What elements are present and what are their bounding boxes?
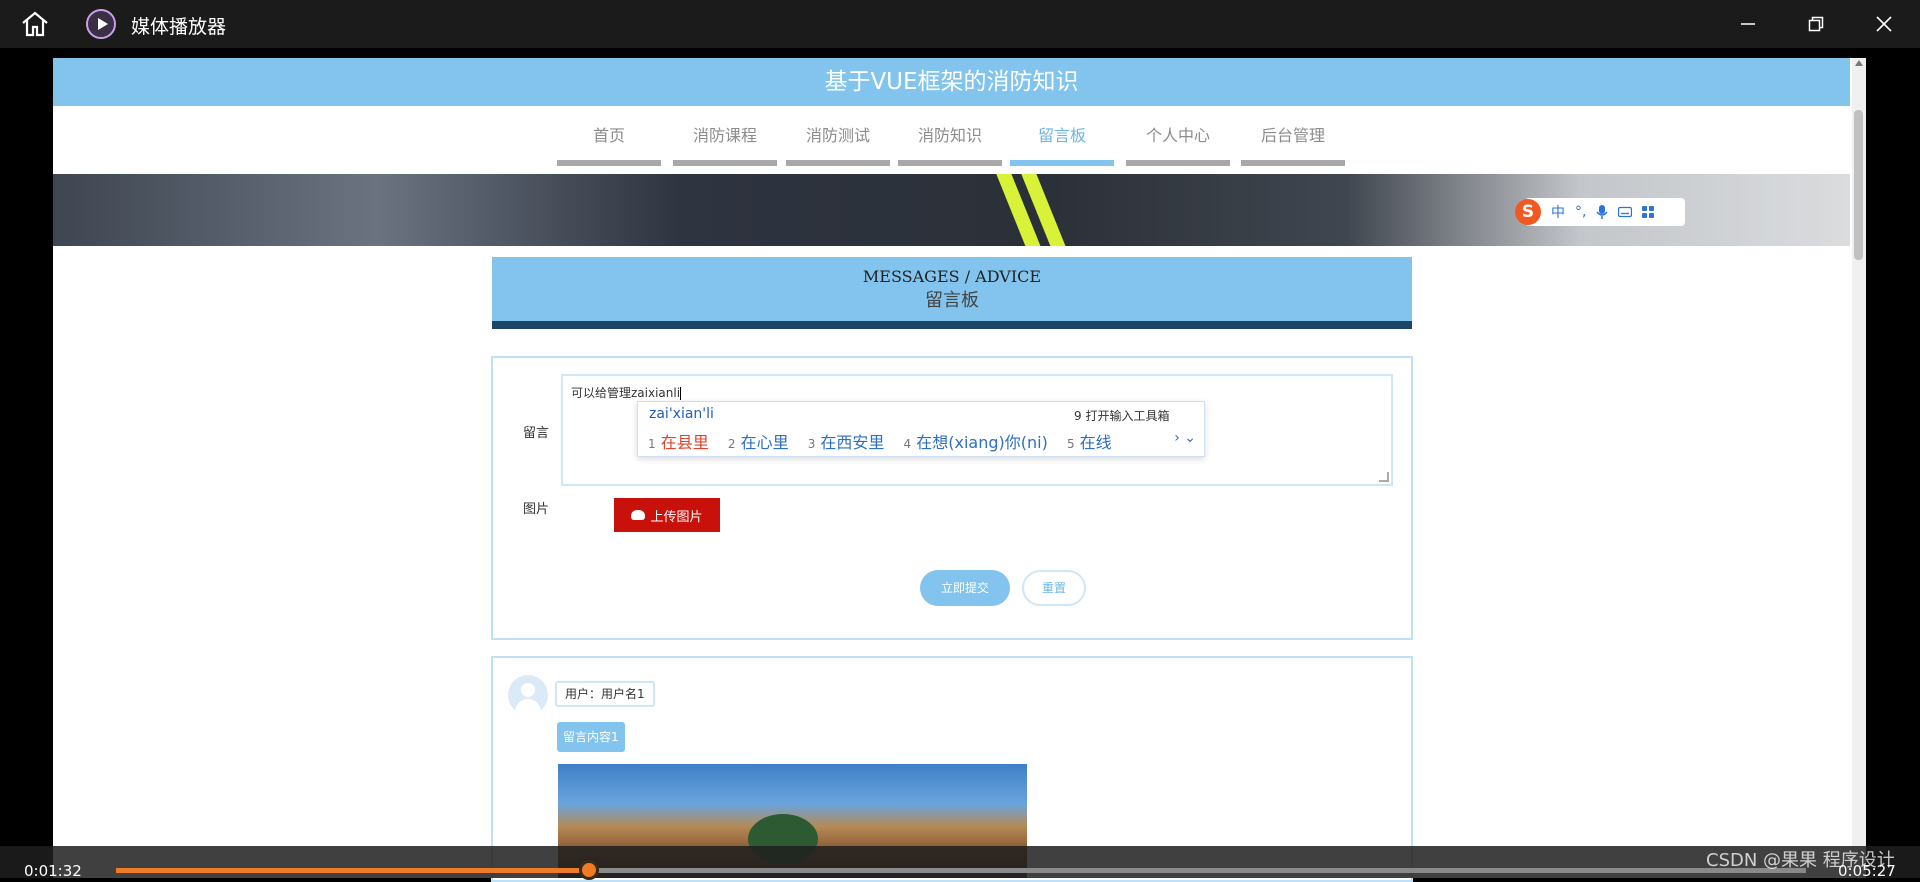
ime-tool-hint[interactable]: 9 打开输入工具箱 <box>1074 407 1169 424</box>
nav-item-messages[interactable]: 留言板 <box>1010 122 1114 166</box>
close-button[interactable] <box>1856 0 1912 48</box>
candidate-text: 在西安里 <box>820 433 885 452</box>
ime-candidate[interactable]: 2 在心里 <box>728 433 789 452</box>
window-title: 媒体播放器 <box>131 16 227 38</box>
nav-underline <box>786 160 890 166</box>
section-title-en: MESSAGES / ADVICE <box>862 267 1042 286</box>
keyboard-icon[interactable] <box>1618 206 1633 218</box>
nav-item-admin[interactable]: 后台管理 <box>1241 122 1345 166</box>
upload-label: 上传图片 <box>650 509 703 525</box>
resize-grip[interactable] <box>1379 472 1389 482</box>
site-title: 基于VUE框架的消防知识 <box>53 58 1850 106</box>
candidate-num: 1 <box>648 437 656 451</box>
submit-button[interactable]: 立即提交 <box>920 570 1010 606</box>
nav-underline <box>1126 160 1230 166</box>
toolbox-grid-icon[interactable] <box>1642 206 1655 218</box>
ime-toolbar[interactable]: S 中 °, <box>1515 198 1685 226</box>
minimize-icon <box>1741 23 1755 25</box>
ime-candidate[interactable]: 1 在县里 <box>648 433 709 452</box>
media-player-icon <box>86 9 116 39</box>
nav-underline <box>673 160 777 166</box>
scroll-up-arrow-icon[interactable] <box>1855 60 1863 66</box>
ime-candidate-popup: zai'xian'li 9 打开输入工具箱 1 在县里 2 在心里 3 在西安里… <box>637 401 1205 457</box>
ime-punct-label[interactable]: °, <box>1575 204 1586 220</box>
candidate-text: 在想(xiang)你(ni) <box>916 433 1048 452</box>
upload-image-button[interactable]: 上传图片 <box>614 498 720 532</box>
ime-candidate[interactable]: 5 在线 <box>1067 433 1112 452</box>
candidate-num: 5 <box>1066 437 1075 451</box>
microphone-icon[interactable] <box>1596 205 1609 219</box>
nav-item-profile[interactable]: 个人中心 <box>1126 122 1230 166</box>
text-caret <box>680 387 682 400</box>
home-icon[interactable] <box>20 10 50 38</box>
elapsed-time: 0:01:32 <box>24 862 82 880</box>
candidate-text: 在心里 <box>740 433 789 452</box>
sogou-logo-icon: S <box>1515 199 1541 225</box>
message-label: 留言 <box>523 426 550 441</box>
ime-next-page-icon[interactable]: › ⌄ <box>1174 430 1196 446</box>
page-scrollbar[interactable] <box>1852 58 1866 878</box>
nav-label: 消防课程 <box>692 126 757 145</box>
watermark: CSDN @果果 程序设计 <box>1706 850 1895 871</box>
ime-candidate[interactable]: 3 在西安里 <box>808 433 885 452</box>
nav-item-courses[interactable]: 消防课程 <box>673 122 777 166</box>
nav-label: 消防测试 <box>805 126 870 145</box>
candidate-text: 在县里 <box>660 433 709 452</box>
ime-mode-label[interactable]: 中 <box>1551 202 1565 222</box>
nav-item-home[interactable]: 首页 <box>557 122 661 166</box>
main-nav: 首页 消防课程 消防测试 消防知识 留言板 个人中心 后台管理 <box>53 106 1850 174</box>
candidate-text: 在线 <box>1079 433 1112 452</box>
candidate-num: 4 <box>903 437 912 451</box>
ime-pinyin: zai'xian'li <box>649 406 714 422</box>
nav-label: 消防知识 <box>917 126 982 145</box>
section-header: MESSAGES / ADVICE 留言板 <box>492 257 1412 329</box>
cloud-upload-icon <box>631 510 646 520</box>
reset-button[interactable]: 重置 <box>1022 570 1086 606</box>
ime-candidate[interactable]: 4 在想(xiang)你(ni) <box>904 433 1048 452</box>
nav-item-knowledge[interactable]: 消防知识 <box>898 122 1002 166</box>
nav-underline <box>1010 160 1114 166</box>
nav-item-test[interactable]: 消防测试 <box>786 122 890 166</box>
nav-underline <box>1241 160 1345 166</box>
message-value: 可以给管理zaixianli <box>571 386 681 400</box>
nav-label: 留言板 <box>1037 126 1086 145</box>
hero-banner: S 中 °, <box>53 174 1850 246</box>
nav-underline <box>557 160 661 166</box>
title-bar: 媒体播放器 <box>0 0 1920 48</box>
candidate-num: 2 <box>727 437 736 451</box>
image-label: 图片 <box>523 502 550 517</box>
restore-button[interactable] <box>1788 0 1844 48</box>
nav-label: 后台管理 <box>1260 126 1325 145</box>
candidate-num: 3 <box>807 437 816 451</box>
close-icon <box>1876 16 1892 32</box>
restore-icon <box>1808 16 1824 32</box>
ime-candidates: 1 在县里 2 在心里 3 在西安里 4 在想(xiang)你(ni) 5 在线 <box>648 429 1126 453</box>
nav-label: 首页 <box>592 126 625 145</box>
nav-label: 个人中心 <box>1145 126 1210 145</box>
section-title-cn: 留言板 <box>925 290 979 311</box>
player-bar <box>0 846 1920 878</box>
seek-progress <box>116 868 590 873</box>
scroll-thumb[interactable] <box>1854 110 1863 260</box>
comment-user: 用户：用户名1 <box>555 681 655 707</box>
avatar <box>508 675 548 715</box>
nav-underline <box>898 160 1002 166</box>
comment-content: 留言内容1 <box>557 722 625 752</box>
minimize-button[interactable] <box>1720 0 1776 48</box>
